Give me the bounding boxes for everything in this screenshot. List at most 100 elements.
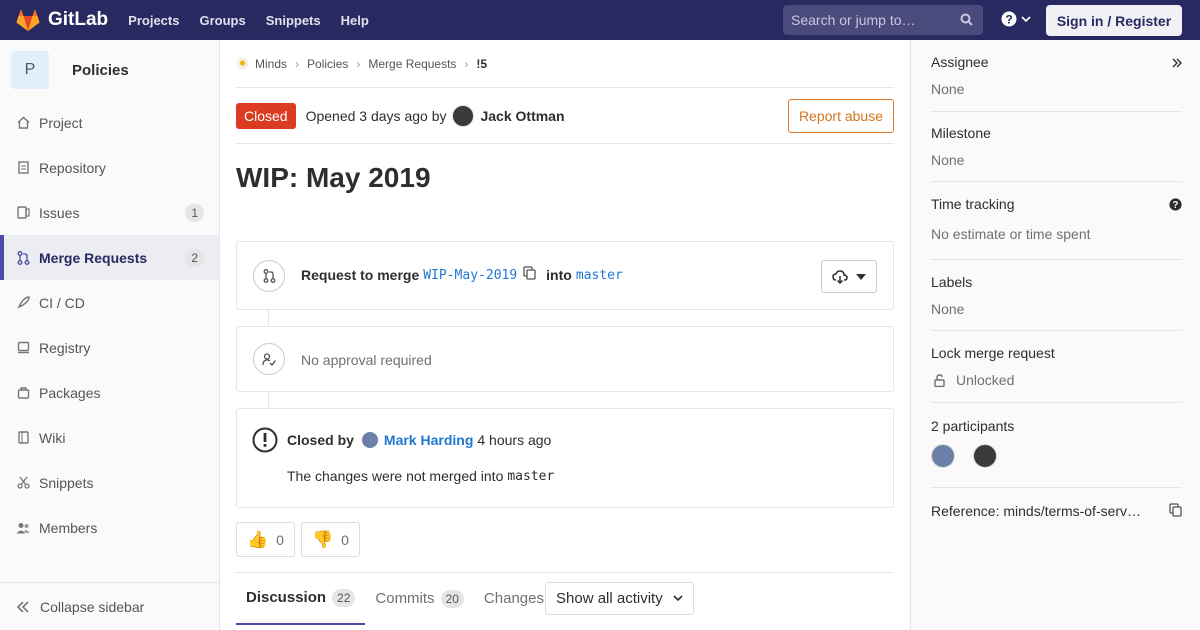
tab-discussion[interactable]: Discussion 22 (236, 573, 366, 625)
lock-block: Lock merge request Unlocked (931, 345, 1182, 403)
report-abuse-button[interactable]: Report abuse (787, 99, 894, 133)
main-content: Minds › Policies › Merge Requests › !5 C… (236, 40, 894, 625)
author-name[interactable]: Jack Ottman (480, 108, 564, 124)
sidebar-item-merge-requests[interactable]: Merge Requests 2 (0, 235, 219, 280)
into-label: into (546, 267, 572, 283)
project-sidebar: P Policies Project Repository Issues 1 M… (0, 40, 220, 630)
sidebar-item-project[interactable]: Project (0, 100, 219, 145)
group-avatar-icon (236, 57, 249, 70)
closer-name[interactable]: Mark Harding (384, 432, 473, 448)
approval-text: No approval required (301, 352, 432, 368)
project-header[interactable]: P Policies (0, 40, 219, 100)
help-dropdown[interactable]: ? (1001, 11, 1031, 27)
scissors-icon (16, 476, 30, 490)
copy-icon[interactable] (523, 266, 536, 280)
time-tracking-block: Time tracking No estimate or time spent … (931, 196, 1182, 260)
sidebar-item-snippets[interactable]: Snippets (0, 460, 219, 505)
alert-circle-icon (252, 427, 278, 453)
tab-label: Commits (375, 590, 435, 607)
sidebar-item-wiki[interactable]: Wiki (0, 415, 219, 460)
target-branch[interactable]: master (576, 268, 623, 283)
download-dropdown[interactable] (821, 260, 877, 293)
gitlab-logo[interactable]: GitLab (16, 9, 108, 31)
mr-title: WIP: May 2019 (236, 162, 431, 193)
collapse-label: Collapse sidebar (40, 598, 145, 615)
issues-count-badge: 1 (185, 203, 204, 222)
status-badge: Closed (236, 102, 296, 129)
search-placeholder: Search or jump to… (791, 12, 916, 28)
breadcrumb-current[interactable]: !5 (476, 57, 487, 71)
closed-time: 4 hours ago (477, 432, 552, 448)
chevron-down-icon (1021, 16, 1031, 23)
thumbs-up-button[interactable]: 👍 0 (236, 522, 295, 557)
participant-avatar[interactable] (972, 444, 997, 468)
sidebar-item-label: Members (39, 519, 98, 536)
thumbs-down-icon: 👎 (312, 529, 334, 549)
approval-icon (253, 343, 285, 375)
labels-label: Labels (931, 274, 973, 290)
lock-value: Unlocked (956, 372, 1015, 388)
sidebar-item-label: Issues (39, 204, 80, 221)
collapse-right-sidebar-icon[interactable] (1172, 58, 1182, 68)
activity-filter-dropdown[interactable]: Show all activity (545, 582, 694, 615)
sidebar-item-registry[interactable]: Registry (0, 325, 219, 370)
source-branch[interactable]: WIP-May-2019 (423, 268, 517, 283)
assignee-block: Assignee None (931, 54, 1182, 112)
collapse-sidebar-button[interactable]: Collapse sidebar (0, 582, 219, 630)
timeline-connector (268, 392, 269, 408)
merge-icon (253, 260, 285, 292)
issues-icon (16, 206, 30, 220)
closer-avatar[interactable] (361, 432, 378, 448)
sidebar-item-issues[interactable]: Issues 1 (0, 190, 219, 235)
thumbs-down-count: 0 (341, 531, 349, 548)
not-merged-line: The changes were not merged into master (287, 468, 554, 484)
unlock-icon (934, 373, 945, 387)
labels-block: Labels None (931, 274, 1182, 331)
time-tracking-label: Time tracking (931, 196, 1015, 212)
package-icon (16, 386, 30, 400)
tab-label: Discussion (246, 589, 327, 606)
caret-down-icon (856, 273, 866, 280)
question-icon[interactable]: ? (1169, 198, 1182, 211)
thumbs-down-button[interactable]: 👎 0 (301, 522, 360, 557)
lock-value-row: Unlocked (931, 372, 1182, 388)
request-prefix: Request to merge (301, 267, 420, 283)
breadcrumb-merge-requests[interactable]: Merge Requests (368, 57, 456, 71)
sidebar-item-members[interactable]: Members (0, 505, 219, 550)
sign-in-button[interactable]: Sign in / Register (1046, 5, 1182, 36)
nav-groups[interactable]: Groups (199, 13, 245, 28)
author-avatar[interactable] (452, 104, 475, 127)
participants-block: 2 participants (931, 418, 1182, 488)
top-navbar: GitLab Projects Groups Snippets Help Sea… (0, 0, 1200, 40)
closed-status-widget: Closed by Mark Harding 4 hours ago The c… (236, 408, 894, 508)
breadcrumb-policies[interactable]: Policies (307, 57, 348, 71)
copy-icon[interactable] (1169, 503, 1182, 517)
sidebar-item-label: Snippets (39, 474, 94, 491)
sidebar-item-label: Repository (39, 159, 106, 176)
merge-request-widget: Request to merge WIP-May-2019 into maste… (236, 241, 894, 310)
search-input[interactable]: Search or jump to… (783, 5, 983, 35)
thumbs-up-icon: 👍 (247, 529, 269, 549)
sidebar-item-ci-cd[interactable]: CI / CD (0, 280, 219, 325)
sidebar-item-packages[interactable]: Packages (0, 370, 219, 415)
sidebar-item-label: Registry (39, 339, 91, 356)
mr-count-badge: 2 (185, 248, 204, 267)
nav-projects[interactable]: Projects (128, 13, 179, 28)
nav-help[interactable]: Help (341, 13, 369, 28)
participant-avatar[interactable] (931, 444, 955, 468)
reference-text: Reference: minds/terms-of-serv… (931, 503, 1142, 519)
svg-text:?: ? (1173, 200, 1179, 211)
not-merged-branch: master (507, 468, 555, 484)
activity-filter-label: Show all activity (556, 590, 663, 607)
sidebar-item-label: Wiki (39, 429, 66, 446)
nav-snippets[interactable]: Snippets (266, 13, 321, 28)
sidebar-item-repository[interactable]: Repository (0, 145, 219, 190)
project-name: Policies (72, 61, 129, 79)
breadcrumb-minds[interactable]: Minds (255, 57, 287, 71)
sidebar-item-label: Packages (39, 384, 101, 401)
tab-commits[interactable]: Commits 20 (365, 573, 474, 625)
milestone-block: Milestone None (931, 125, 1182, 182)
registry-icon (16, 341, 30, 355)
right-sidebar: Assignee None Milestone None Time tracki… (910, 40, 1200, 630)
home-icon (16, 116, 30, 130)
